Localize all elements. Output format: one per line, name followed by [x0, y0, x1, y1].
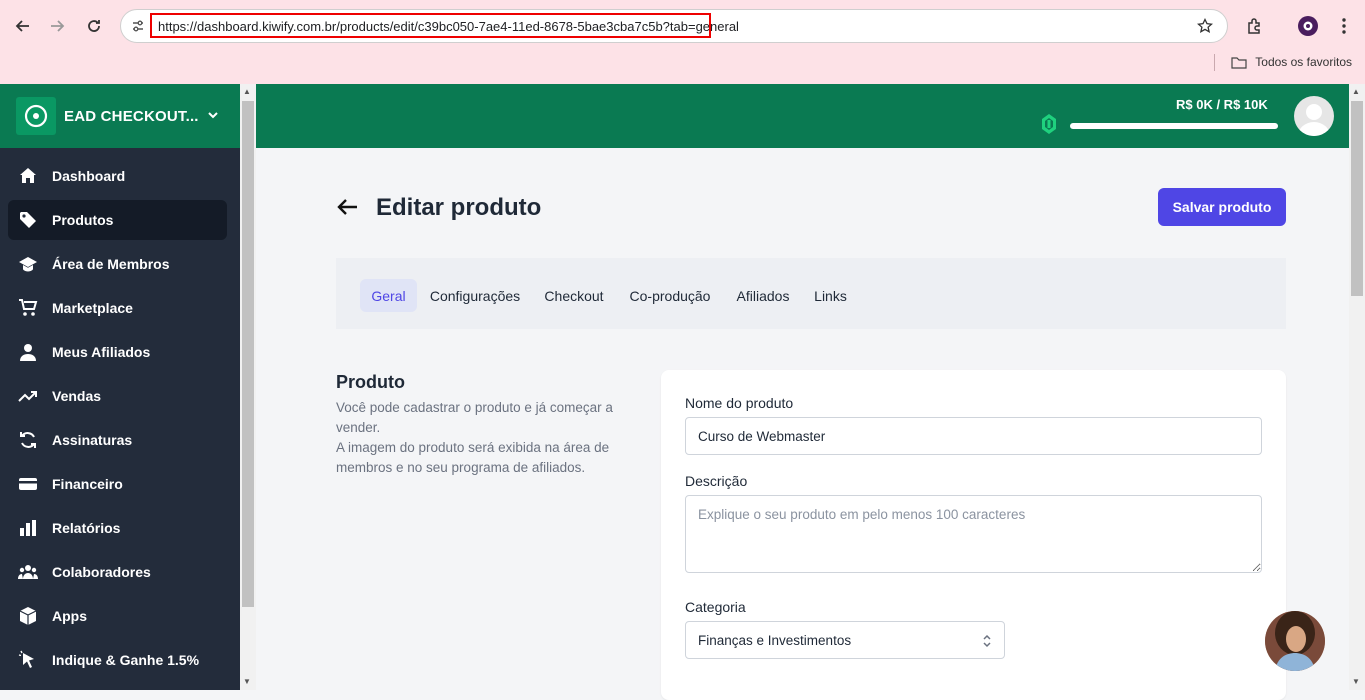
section-description: Você pode cadastrar o produto e já começ…	[336, 398, 636, 478]
profile-icon[interactable]	[1296, 14, 1320, 38]
sidebar-item-vendas[interactable]: Vendas	[8, 376, 227, 416]
category-selected-value: Finanças e Investimentos	[698, 632, 852, 648]
bookmarks-label: Todos os favoritos	[1255, 55, 1352, 69]
tab-1[interactable]: Configurações	[424, 279, 526, 312]
cart-icon	[17, 297, 39, 319]
category-label: Categoria	[685, 599, 746, 615]
graduation-cap-icon	[17, 253, 39, 275]
tag-icon	[17, 209, 39, 231]
menu-dots-icon[interactable]	[1332, 14, 1356, 38]
sidebar-item-dashboard[interactable]: Dashboard	[8, 156, 227, 196]
description-textarea[interactable]	[685, 495, 1262, 573]
description-label: Descrição	[685, 473, 748, 489]
scroll-down-arrow-icon[interactable]: ▼	[243, 677, 251, 686]
user-avatar[interactable]	[1294, 96, 1334, 136]
bar-chart-icon	[17, 517, 39, 539]
sidebar-item-meus-afiliados[interactable]: Meus Afiliados	[8, 332, 227, 372]
select-updown-icon	[983, 634, 991, 648]
sidebar-item-indique-ganhe-1-5-[interactable]: Indique & Ganhe 1.5%	[8, 640, 227, 680]
revenue-goal-text: R$ 0K / R$ 10K	[1176, 97, 1268, 112]
forward-icon[interactable]	[46, 14, 70, 38]
sidebar-item-label: Produtos	[52, 212, 114, 228]
kiwify-logo	[16, 97, 56, 135]
category-select[interactable]: Finanças e Investimentos	[685, 621, 1005, 659]
sidebar-item-label: Dashboard	[52, 168, 126, 184]
sidebar-item-label: Indique & Ganhe 1.5%	[52, 652, 200, 668]
top-header	[256, 84, 1349, 148]
tab-2[interactable]: Checkout	[538, 279, 610, 312]
site-info-icon[interactable]	[131, 19, 145, 38]
main-scrollbar-thumb[interactable]	[1351, 101, 1363, 296]
sidebar-item-label: Apps	[52, 608, 87, 624]
extensions-icon[interactable]	[1243, 14, 1267, 38]
sidebar-item-produtos[interactable]: Produtos	[8, 200, 227, 240]
bookmark-star-icon[interactable]	[1196, 17, 1214, 39]
sidebar-item-label: Meus Afiliados	[52, 344, 151, 360]
person-icon	[17, 341, 39, 363]
sidebar-item-label: Relatórios	[52, 520, 121, 536]
gem-icon	[1042, 114, 1056, 134]
bookmark-separator	[1214, 54, 1215, 71]
product-name-input[interactable]	[685, 417, 1262, 455]
user-silhouette-icon	[1298, 104, 1330, 136]
scroll-up-arrow-icon[interactable]: ▲	[243, 87, 251, 96]
reload-icon[interactable]	[82, 14, 106, 38]
sidebar-item-apps[interactable]: Apps	[8, 596, 227, 636]
sidebar-item-label: Área de Membros	[52, 256, 170, 272]
chevron-down-icon[interactable]	[207, 108, 219, 126]
tab-5[interactable]: Links	[808, 279, 853, 312]
section-desc-line1: Você pode cadastrar o produto e já começ…	[336, 400, 613, 435]
home-icon	[17, 165, 39, 187]
revenue-goal-progress	[1070, 123, 1278, 129]
sidebar-item-label: Assinaturas	[52, 432, 133, 448]
cube-icon	[17, 605, 39, 627]
tab-3[interactable]: Co-produção	[622, 279, 718, 312]
tab-0[interactable]: Geral	[360, 279, 417, 312]
folder-icon	[1231, 56, 1247, 69]
page-title: Editar produto	[376, 194, 542, 221]
sidebar-item-financeiro[interactable]: Financeiro	[8, 464, 227, 504]
sidebar-item-assinaturas[interactable]: Assinaturas	[8, 420, 227, 460]
product-name-label: Nome do produto	[685, 395, 794, 411]
main-scroll-up-icon[interactable]: ▲	[1352, 87, 1360, 96]
trend-up-icon	[17, 385, 39, 407]
pointer-icon	[17, 649, 39, 671]
save-product-button[interactable]: Salvar produto	[1158, 188, 1286, 226]
credit-card-icon	[17, 473, 39, 495]
org-name[interactable]: EAD CHECKOUT...	[64, 108, 199, 125]
all-bookmarks[interactable]: Todos os favoritos	[1231, 55, 1352, 69]
section-desc-line2: A imagem do produto será exibida na área…	[336, 440, 610, 475]
section-title: Produto	[336, 372, 405, 392]
sidebar-item-label: Vendas	[52, 388, 102, 404]
sidebar-item-marketplace[interactable]: Marketplace	[8, 288, 227, 328]
main-scroll-down-icon[interactable]: ▼	[1352, 677, 1360, 686]
sidebar-item-colaboradores[interactable]: Colaboradores	[8, 552, 227, 592]
sidebar-item-label: Marketplace	[52, 300, 133, 316]
support-chat-avatar[interactable]	[1265, 611, 1325, 671]
sync-icon	[17, 429, 39, 451]
back-arrow-icon[interactable]	[336, 195, 360, 219]
sidebar-item-label: Colaboradores	[52, 564, 151, 580]
sidebar-item-área-de-membros[interactable]: Área de Membros	[8, 244, 227, 284]
support-agent-photo-icon	[1265, 611, 1325, 671]
back-icon[interactable]	[10, 14, 34, 38]
sidebar-scrollbar-thumb[interactable]	[242, 101, 254, 607]
kiwi-logo-icon	[24, 104, 48, 128]
sidebar-item-label: Financeiro	[52, 476, 123, 492]
people-icon	[17, 561, 39, 583]
url-highlight-box	[150, 13, 711, 38]
tab-4[interactable]: Afiliados	[729, 279, 797, 312]
sidebar-item-relatórios[interactable]: Relatórios	[8, 508, 227, 548]
